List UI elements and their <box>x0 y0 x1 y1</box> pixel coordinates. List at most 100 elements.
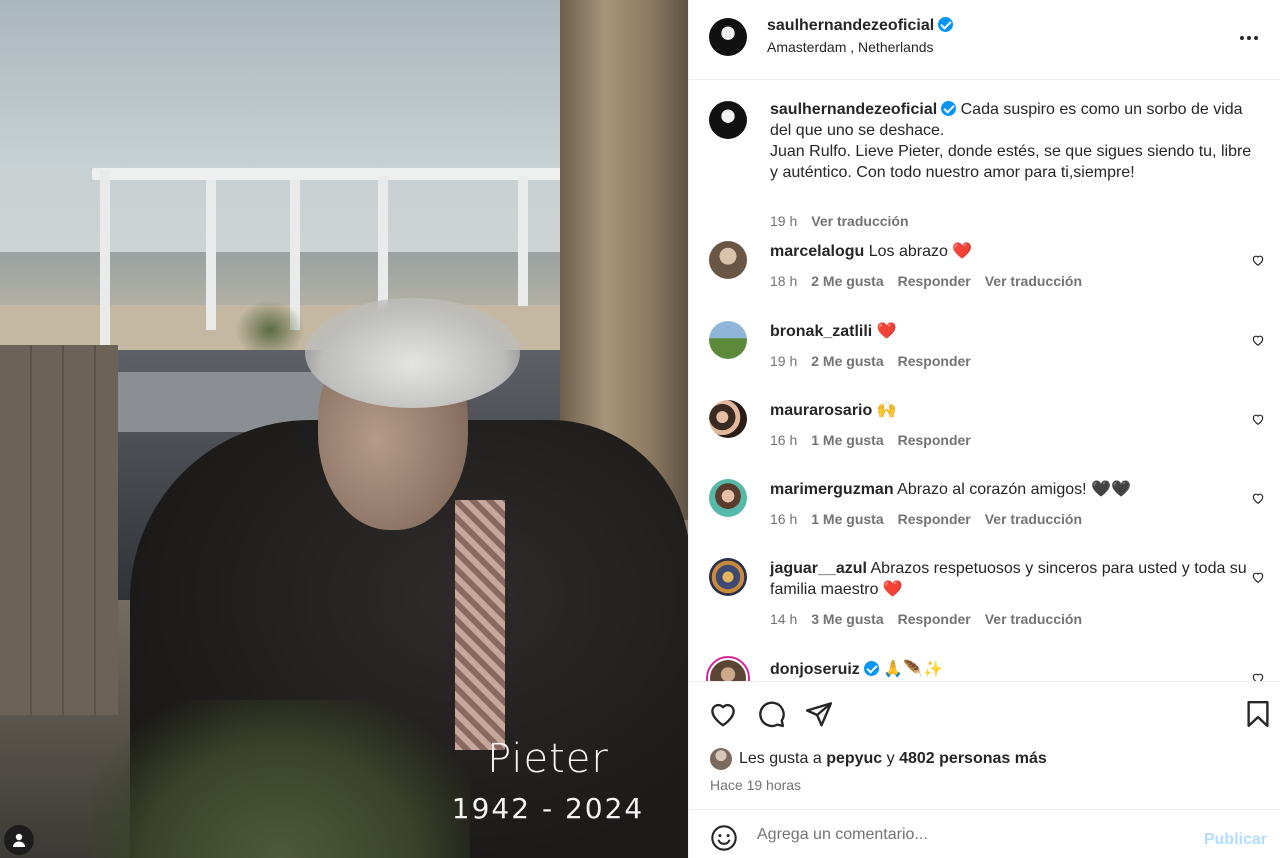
comment-reply-button[interactable]: Responder <box>898 353 971 369</box>
comment-like-heart-icon[interactable] <box>1251 333 1265 347</box>
verified-badge-icon <box>863 661 879 676</box>
comment-likes-link[interactable]: 2 Me gusta <box>811 353 883 369</box>
comment-translate-link[interactable]: Ver traducción <box>985 273 1082 289</box>
comment-like-heart-icon[interactable] <box>1251 491 1265 505</box>
post-side-panel: saulhernandezeoficial Amasterdam , Nethe… <box>688 0 1280 858</box>
post-time[interactable]: Hace 19 horas <box>710 777 801 793</box>
dot <box>1254 36 1258 40</box>
more-horizontal-icon <box>1240 36 1244 40</box>
comment-username[interactable]: bronak_zatlili <box>770 323 872 340</box>
commenter-avatar <box>710 660 746 681</box>
likes-summary: Les gusta a pepyuc y 4802 personas más <box>710 748 1047 770</box>
verified-badge-icon <box>941 101 957 116</box>
comment-text-block: jaguar__azul Abrazos respetuosos y since… <box>770 558 1260 600</box>
comment-likes-link[interactable]: 1 Me gusta <box>811 511 883 527</box>
comment-username[interactable]: donjoseruiz <box>770 661 860 678</box>
caption-username[interactable]: saulhernandezeoficial <box>770 101 937 118</box>
comment-text-block: donjoseruiz 🙏🪶✨ <box>770 659 1260 680</box>
comment-item: marimerguzman Abrazo al corazón amigos! … <box>689 479 1280 539</box>
comment-item: maurarosario 🙌 16 h 1 Me gusta Responder <box>689 400 1280 460</box>
post-caption: saulhernandezeoficial Cada suspiro es co… <box>689 99 1280 229</box>
post-photo[interactable]: Pieter 1942 - 2024 <box>0 0 688 858</box>
bookmark-icon[interactable] <box>1243 699 1273 729</box>
comment-meta: 19 h 2 Me gusta Responder <box>770 353 985 369</box>
comment-icon[interactable] <box>756 699 786 729</box>
comment-text-block: marcelalogu Los abrazo ❤️ <box>770 241 1260 262</box>
add-comment-bar: Publicar <box>689 809 1280 858</box>
post-comment-button[interactable]: Publicar <box>1204 831 1267 849</box>
comment-like-heart-icon[interactable] <box>1251 570 1265 584</box>
comment-meta: 16 h 1 Me gusta Responder Ver traducción <box>770 511 1096 527</box>
caption-translate-link[interactable]: Ver traducción <box>811 213 908 229</box>
comment-time: 16 h <box>770 511 798 527</box>
comment-like-heart-icon[interactable] <box>1251 412 1265 426</box>
author-username[interactable]: saulhernandezeoficial <box>767 17 934 34</box>
comments-list[interactable]: saulhernandezeoficial Cada suspiro es co… <box>689 81 1280 681</box>
comment-text-block: maurarosario 🙌 <box>770 400 1260 421</box>
comment-time: 14 h <box>770 611 798 627</box>
comment-meta: 16 h 1 Me gusta Responder <box>770 432 985 448</box>
photo-overlay-name: Pieter <box>487 736 609 782</box>
comment-text: 🙏🪶✨ <box>883 661 943 678</box>
comment-translate-link[interactable]: Ver traducción <box>985 511 1082 527</box>
comment-likes-link[interactable]: 1 Me gusta <box>811 432 883 448</box>
comment-text-block: bronak_zatlili ❤️ <box>770 321 1260 342</box>
photo-railing-post <box>518 176 528 306</box>
comment-likes-link[interactable]: 2 Me gusta <box>811 273 883 289</box>
tagged-users-button[interactable] <box>4 825 34 855</box>
commenter-avatar[interactable] <box>709 321 747 359</box>
caption-author-avatar[interactable] <box>709 101 747 139</box>
emoji-icon[interactable] <box>710 824 738 852</box>
comment-reply-button[interactable]: Responder <box>898 432 971 448</box>
caption-meta: 19 h Ver traducción <box>770 213 923 229</box>
comment-text: Abrazo al corazón amigos! 🖤🖤 <box>897 481 1131 498</box>
commenter-avatar-story-ring[interactable] <box>706 656 750 681</box>
commenter-avatar[interactable] <box>709 479 747 517</box>
commenter-avatar[interactable] <box>709 241 747 279</box>
post-actions: Les gusta a pepyuc y 4802 personas más H… <box>689 681 1280 809</box>
caption-text-block: saulhernandezeoficial Cada suspiro es co… <box>770 99 1258 183</box>
photo-man-hair <box>305 298 520 408</box>
comment-like-heart-icon[interactable] <box>1251 671 1265 681</box>
comment-text-block: marimerguzman Abrazo al corazón amigos! … <box>770 479 1260 500</box>
likes-prefix: Les gusta a <box>739 750 822 767</box>
photo-wooden-crate <box>0 345 118 715</box>
comment-text: ❤️ <box>876 323 897 340</box>
more-options-button[interactable] <box>1235 24 1263 52</box>
comment-time: 19 h <box>770 353 798 369</box>
comment-likes-link[interactable]: 3 Me gusta <box>811 611 883 627</box>
post-location[interactable]: Amasterdam , Netherlands <box>767 39 953 55</box>
comment-text: Los abrazo ❤️ <box>868 243 973 260</box>
comment-meta: 18 h 2 Me gusta Responder Ver traducción <box>770 273 1096 289</box>
likes-user-link[interactable]: pepyuc <box>826 750 882 768</box>
comment-text: 🙌 <box>876 402 897 419</box>
comment-reply-button[interactable]: Responder <box>898 511 971 527</box>
comment-username[interactable]: jaguar__azul <box>770 560 867 577</box>
send-icon[interactable] <box>804 699 834 729</box>
comment-translate-link[interactable]: Ver traducción <box>985 611 1082 627</box>
likes-others-link[interactable]: 4802 personas más <box>899 750 1047 768</box>
dot <box>1247 36 1251 40</box>
comment-time: 16 h <box>770 432 798 448</box>
comment-item: marcelalogu Los abrazo ❤️ 18 h 2 Me gusta… <box>689 241 1280 301</box>
photo-railing-post <box>100 170 110 360</box>
author-info: saulhernandezeoficial Amasterdam , Nethe… <box>767 17 954 55</box>
comment-reply-button[interactable]: Responder <box>898 611 971 627</box>
comment-like-heart-icon[interactable] <box>1251 253 1265 267</box>
photo-railing-post <box>206 180 216 330</box>
author-avatar[interactable] <box>709 18 747 56</box>
heart-icon[interactable] <box>708 699 738 729</box>
liker-avatar[interactable] <box>710 748 732 770</box>
comment-username[interactable]: marcelalogu <box>770 243 864 260</box>
comment-username[interactable]: marimerguzman <box>770 481 894 498</box>
comment-input[interactable] <box>757 822 1177 848</box>
commenter-avatar[interactable] <box>709 558 747 596</box>
comment-reply-button[interactable]: Responder <box>898 273 971 289</box>
comment-username[interactable]: maurarosario <box>770 402 872 419</box>
user-icon <box>13 833 25 847</box>
comment-item: jaguar__azul Abrazos respetuosos y since… <box>689 558 1280 638</box>
comment-item: donjoseruiz 🙏🪶✨ <box>689 656 1280 681</box>
photo-foreground-plant <box>90 700 470 858</box>
caption-time: 19 h <box>770 213 798 229</box>
commenter-avatar[interactable] <box>709 400 747 438</box>
